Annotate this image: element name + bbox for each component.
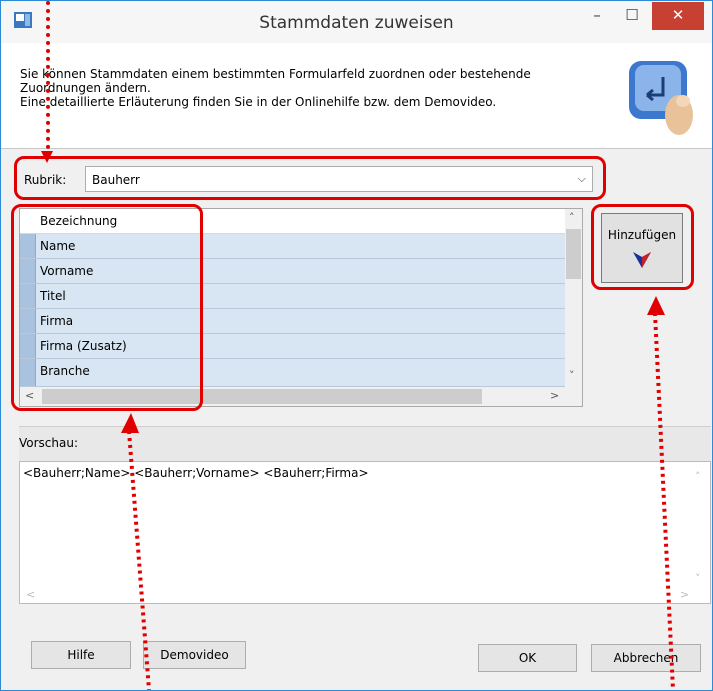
annotation-arrows (41, 151, 675, 690)
dialog-window: Stammdaten zuweisen – ☐ ✕ Sie können Sta… (0, 0, 713, 691)
